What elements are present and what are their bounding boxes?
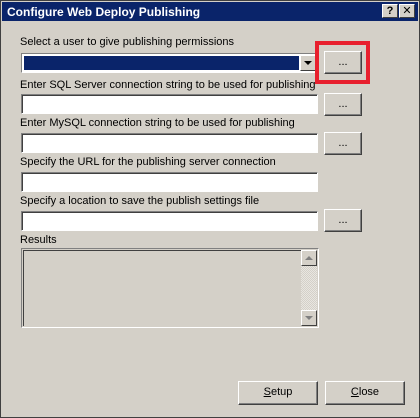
scroll-up-icon[interactable] [301,250,317,266]
configure-web-deploy-dialog: Configure Web Deploy Publishing ? ✕ Sele… [0,0,420,418]
setup-button[interactable]: Setup [238,381,318,405]
url-input[interactable] [21,172,318,192]
results-box[interactable] [21,248,319,328]
sql-connection-label: Enter SQL Server connection string to be… [20,79,316,91]
user-select-dropdown[interactable] [21,53,318,73]
scroll-down-icon[interactable] [301,310,317,326]
close-label-rest: lose [358,386,380,398]
highlight-box [315,41,370,84]
dropdown-arrow-icon[interactable] [300,55,316,71]
close-button[interactable]: Close [325,381,405,405]
setup-mnemonic: S [263,386,271,398]
user-select-label: Select a user to give publishing permiss… [20,36,235,48]
close-mnemonic: C [350,386,359,398]
location-browse-button[interactable]: ... [324,209,362,232]
setup-label-rest: etup [270,386,293,398]
close-icon: ✕ [402,5,412,17]
mysql-connection-input[interactable] [21,133,318,153]
url-label: Specify the URL for the publishing serve… [20,156,276,168]
results-content [23,250,317,326]
sql-browse-button[interactable]: ... [324,93,362,116]
window-title: Configure Web Deploy Publishing [7,5,201,19]
help-button[interactable]: ? [382,4,398,18]
close-window-button[interactable]: ✕ [399,4,415,18]
mysql-browse-button[interactable]: ... [324,132,362,155]
sql-connection-input[interactable] [21,94,318,114]
results-label: Results [20,234,57,246]
title-bar[interactable]: Configure Web Deploy Publishing ? ✕ [2,2,418,21]
mysql-connection-label: Enter MySQL connection string to be used… [20,117,295,129]
location-input[interactable] [21,211,318,231]
location-label: Specify a location to save the publish s… [20,195,260,207]
user-selected-value [24,56,299,70]
results-scrollbar[interactable] [301,250,317,326]
